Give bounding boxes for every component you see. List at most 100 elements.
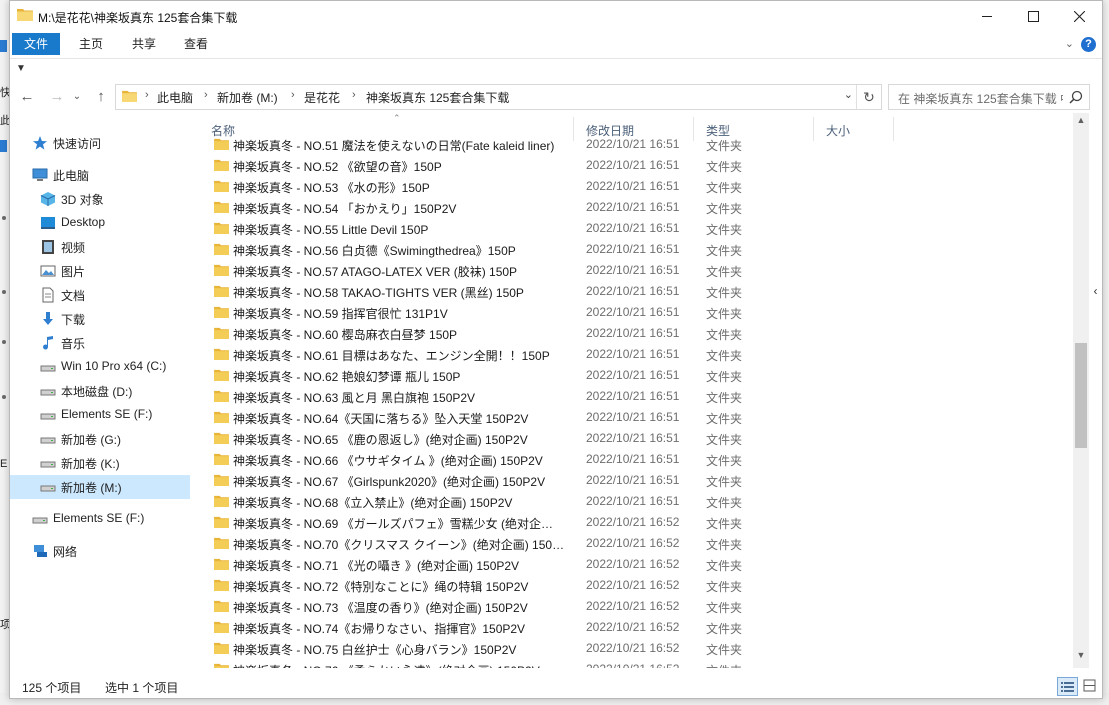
nav-item[interactable]: 文档 xyxy=(10,283,190,307)
address-row: ← → ⌄ ↑ › 此电脑 › 新加卷 (M:) › 是花花 › 神楽坂真东 1… xyxy=(10,81,1102,113)
table-row[interactable]: 神楽坂真冬 - NO.76 《柔らかい永遠》(绝对企画) 150P2V 2022/… xyxy=(193,659,1073,668)
close-button[interactable] xyxy=(1056,1,1102,31)
file-type: 文件夹 xyxy=(706,475,743,489)
minimize-button[interactable] xyxy=(964,1,1010,31)
table-row[interactable]: 神楽坂真冬 - NO.63 風と月 黑白旗袍 150P2V 2022/10/21 … xyxy=(193,386,1073,407)
search-input[interactable]: 在 神楽坂真东 125套合集下载 中搜索 xyxy=(898,90,1063,107)
table-row[interactable]: 神楽坂真冬 - NO.69 《ガールズパフェ》雪糕少女 (绝对企画) 150P2… xyxy=(193,512,1073,533)
breadcrumb-this-pc[interactable]: 此电脑 xyxy=(157,89,193,106)
folder-icon xyxy=(214,390,229,402)
table-row[interactable]: 神楽坂真冬 - NO.56 白贞德《Swimingthedrea》150P 202… xyxy=(193,239,1073,260)
table-row[interactable]: 神楽坂真冬 - NO.68《立入禁止》(绝对企画) 150P2V 2022/10/… xyxy=(193,491,1073,512)
nav-item[interactable]: 本地磁盘 (D:) xyxy=(10,379,190,403)
folder-icon xyxy=(214,663,229,668)
table-row[interactable]: 神楽坂真冬 - NO.64《天国に落ちる》坠入天堂 150P2V 2022/10/… xyxy=(193,407,1073,428)
table-row[interactable]: 神楽坂真冬 - NO.53 《水の形》150P 2022/10/21 16:51 文… xyxy=(193,176,1073,197)
file-date: 2022/10/21 16:52 xyxy=(586,599,680,613)
scrollbar-thumb[interactable] xyxy=(1075,343,1087,448)
background-text-fragment: E xyxy=(0,458,8,470)
table-row[interactable]: 神楽坂真冬 - NO.57 ATAGO-LATEX VER (胶袜) 150P 2… xyxy=(193,260,1073,281)
tab-view[interactable]: 查看 xyxy=(172,33,220,55)
address-history-dropdown[interactable]: ⌄ xyxy=(844,88,853,101)
table-row[interactable]: 神楽坂真冬 - NO.55 Little Devil 150P 2022/10/2… xyxy=(193,218,1073,239)
file-date: 2022/10/21 16:52 xyxy=(586,515,680,529)
maximize-button[interactable] xyxy=(1010,1,1056,31)
scroll-up-button[interactable]: ▲ xyxy=(1073,115,1089,131)
file-list: ⌃ 名称 修改日期 类型 大小 神楽坂真冬 - NO.51 魔法を使えないの日常… xyxy=(193,113,1073,668)
file-type: 文件夹 xyxy=(706,433,743,447)
breadcrumb-folder[interactable]: 是花花 xyxy=(304,89,340,106)
nav-item[interactable]: 下载 xyxy=(10,307,190,331)
nav-item[interactable]: 新加卷 (K:) xyxy=(10,451,190,475)
table-row[interactable]: 神楽坂真冬 - NO.51 魔法を使えないの日常(Fate kaleid lin… xyxy=(193,137,1073,155)
table-row[interactable]: 神楽坂真冬 - NO.66 《ウサギタイム 》(绝对企画) 150P2V 2022… xyxy=(193,449,1073,470)
details-view-button[interactable] xyxy=(1057,677,1078,696)
breadcrumb-separator[interactable]: › xyxy=(352,89,356,101)
tab-share[interactable]: 共享 xyxy=(120,33,168,55)
table-row[interactable]: 神楽坂真冬 - NO.62 艳娘幻梦谭 瓶儿 150P 2022/10/21 16… xyxy=(193,365,1073,386)
table-row[interactable]: 神楽坂真冬 - NO.70《クリスマス クイーン》(绝对企画) 150P2V 20… xyxy=(193,533,1073,554)
nav-item[interactable]: Win 10 Pro x64 (C:) xyxy=(10,355,190,379)
scroll-down-button[interactable]: ▼ xyxy=(1073,650,1089,666)
recent-locations-button[interactable]: ⌄ xyxy=(70,87,84,107)
nav-item[interactable]: Elements SE (F:) xyxy=(10,507,190,531)
help-icon[interactable]: ? xyxy=(1081,37,1096,52)
preview-pane-toggle[interactable]: ‹ xyxy=(1089,271,1102,311)
breadcrumb-separator[interactable]: › xyxy=(291,89,295,101)
table-row[interactable]: 神楽坂真冬 - NO.65 《鹿の恩返し》(绝对企画) 150P2V 2022/1… xyxy=(193,428,1073,449)
file-date: 2022/10/21 16:51 xyxy=(586,368,680,382)
nav-item[interactable]: 新加卷 (M:) xyxy=(10,475,190,499)
folder-icon xyxy=(214,369,229,381)
back-button[interactable]: ← xyxy=(16,87,38,107)
tab-file[interactable]: 文件 xyxy=(12,33,61,55)
address-bar[interactable]: › 此电脑 › 新加卷 (M:) › 是花花 › 神楽坂真东 125套合集下载 … xyxy=(115,84,882,110)
large-icons-view-button[interactable] xyxy=(1081,677,1098,694)
breadcrumb-drive-m[interactable]: 新加卷 (M:) xyxy=(217,89,278,106)
nav-item[interactable]: Desktop xyxy=(10,211,190,235)
table-row[interactable]: 神楽坂真冬 - NO.52 《欲望の音》150P 2022/10/21 16:51… xyxy=(193,155,1073,176)
vertical-scrollbar[interactable]: ▲ ▼ xyxy=(1073,113,1089,668)
nav-item-label: 3D 对象 xyxy=(61,193,104,207)
tab-home[interactable]: 主页 xyxy=(67,33,115,55)
file-name: 神楽坂真冬 - NO.75 白丝护士《心身バラン》150P2V xyxy=(233,643,517,657)
nav-item[interactable]: 网络 xyxy=(10,539,190,563)
breadcrumb-separator[interactable]: › xyxy=(204,89,208,101)
table-row[interactable]: 神楽坂真冬 - NO.54 「おかえり」150P2V 2022/10/21 16:… xyxy=(193,197,1073,218)
background-accent-mark xyxy=(0,140,7,152)
table-row[interactable]: 神楽坂真冬 - NO.71 《光の囁き 》(绝对企画) 150P2V 2022/1… xyxy=(193,554,1073,575)
nav-item[interactable]: 视频 xyxy=(10,235,190,259)
table-row[interactable]: 神楽坂真冬 - NO.60 樱岛麻衣白昼梦 150P 2022/10/21 16:… xyxy=(193,323,1073,344)
breadcrumb-current-folder[interactable]: 神楽坂真东 125套合集下载 xyxy=(366,89,509,106)
breadcrumb-separator[interactable]: › xyxy=(145,89,149,101)
table-row[interactable]: 神楽坂真冬 - NO.61 目標はあなた、エンジン全開！！150P 2022/10… xyxy=(193,344,1073,365)
nav-item[interactable]: 音乐 xyxy=(10,331,190,355)
table-row[interactable]: 神楽坂真冬 - NO.58 TAKAO-TIGHTS VER (黑丝) 150P… xyxy=(193,281,1073,302)
table-row[interactable]: 神楽坂真冬 - NO.74《お帰りなさい、指揮官》150P2V 2022/10/2… xyxy=(193,617,1073,638)
table-row[interactable]: 神楽坂真冬 - NO.59 指挥官很忙 131P1V 2022/10/21 16:… xyxy=(193,302,1073,323)
up-button[interactable]: ↑ xyxy=(90,87,112,107)
nav-item[interactable]: Elements SE (F:) xyxy=(10,403,190,427)
forward-button[interactable]: → xyxy=(46,87,68,107)
table-row[interactable]: 神楽坂真冬 - NO.75 白丝护士《心身バラン》150P2V 2022/10/2… xyxy=(193,638,1073,659)
customize-toolbar-icon[interactable]: ▼ xyxy=(16,63,26,74)
nav-item[interactable]: 图片 xyxy=(10,259,190,283)
file-type: 文件夹 xyxy=(706,496,743,510)
folder-icon xyxy=(214,243,229,255)
nav-item[interactable]: 此电脑 xyxy=(10,163,190,187)
background-bullet xyxy=(2,340,6,344)
nav-item[interactable]: 快速访问 xyxy=(10,131,190,155)
table-row[interactable]: 神楽坂真冬 - NO.73 《温度の香り》(绝对企画) 150P2V 2022/1… xyxy=(193,596,1073,617)
expand-ribbon-icon[interactable]: ⌄ xyxy=(1065,37,1074,50)
search-box[interactable]: 在 神楽坂真东 125套合集下载 中搜索 xyxy=(888,84,1090,110)
file-date: 2022/10/21 16:51 xyxy=(586,137,680,151)
file-name: 神楽坂真冬 - NO.69 《ガールズパフェ》雪糕少女 (绝对企画) 150P2… xyxy=(233,517,565,531)
table-row[interactable]: 神楽坂真冬 - NO.72《特別なことに》绳の特辑 150P2V 2022/10/… xyxy=(193,575,1073,596)
nav-item-label: 新加卷 (K:) xyxy=(61,457,120,471)
file-name: 神楽坂真冬 - NO.56 白贞德《Swimingthedrea》150P xyxy=(233,244,516,258)
nav-item[interactable]: 3D 对象 xyxy=(10,187,190,211)
title-bar[interactable]: M:\是花花\神楽坂真东 125套合集下载 xyxy=(10,1,1102,31)
nav-item[interactable]: 新加卷 (G:) xyxy=(10,427,190,451)
table-row[interactable]: 神楽坂真冬 - NO.67 《Girlspunk2020》(绝对企画) 150P… xyxy=(193,470,1073,491)
details-view-icon xyxy=(1061,682,1074,692)
refresh-button[interactable]: ↻ xyxy=(856,85,881,109)
